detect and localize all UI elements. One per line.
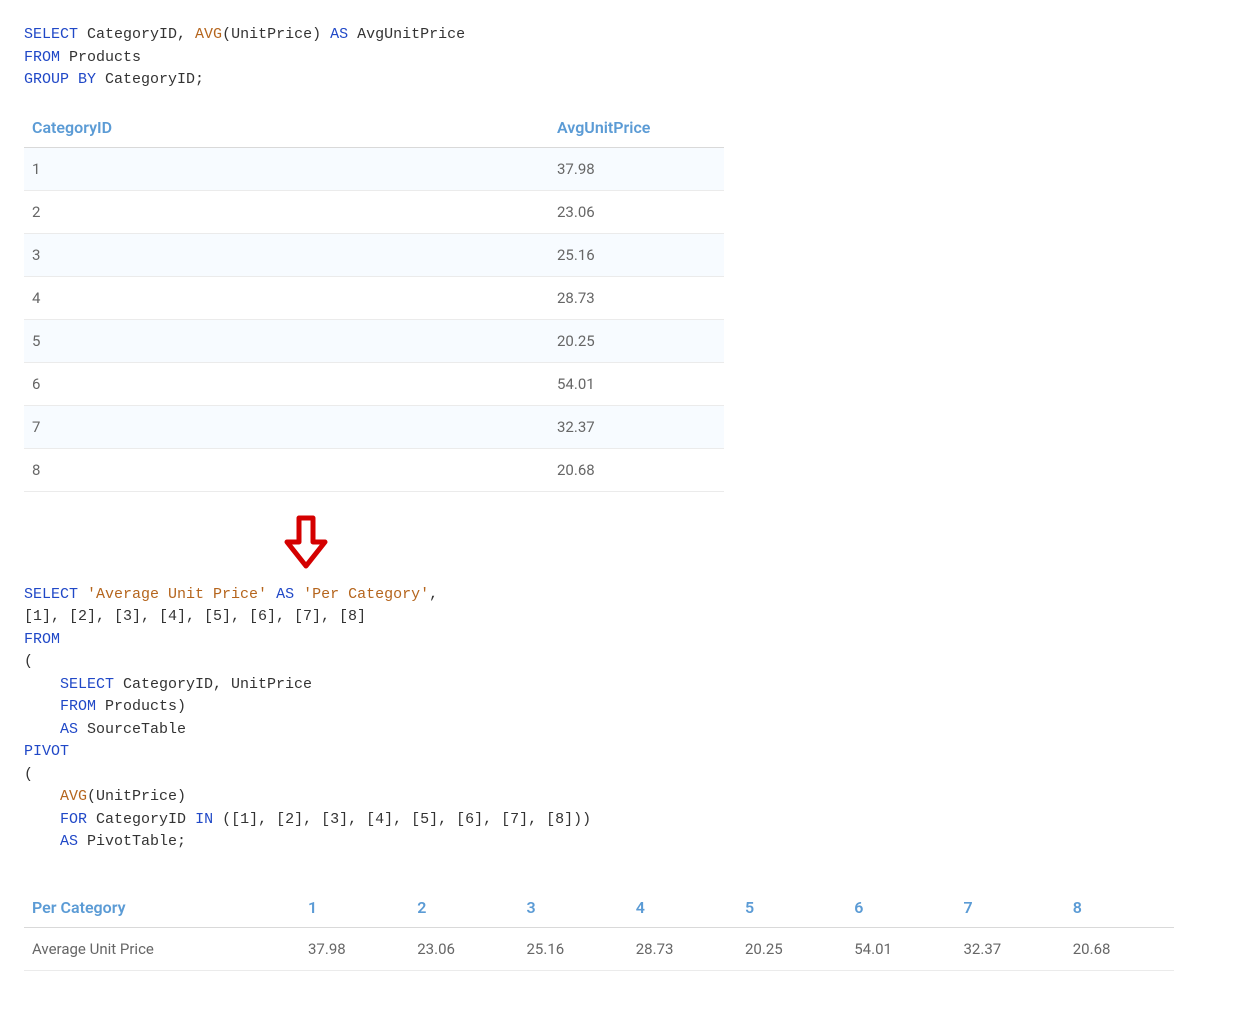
table-cell: 32.37 — [549, 405, 724, 448]
table-cell: 2 — [24, 190, 549, 233]
table-cell: 32.37 — [956, 927, 1065, 970]
col-header: 3 — [519, 888, 628, 928]
col-header: AvgUnitPrice — [549, 108, 724, 148]
table-cell: Average Unit Price — [24, 927, 300, 970]
table-cell: 20.25 — [737, 927, 846, 970]
table-row: 732.37 — [24, 405, 724, 448]
table-row: 520.25 — [24, 319, 724, 362]
down-arrow-icon — [281, 514, 331, 574]
table-row: 654.01 — [24, 362, 724, 405]
col-header: 6 — [846, 888, 955, 928]
table-cell: 8 — [24, 448, 549, 491]
table-cell: 20.68 — [1065, 927, 1174, 970]
sql-query-2: SELECT 'Average Unit Price' AS 'Per Cate… — [24, 584, 1228, 854]
table-cell: 37.98 — [300, 927, 409, 970]
col-header: Per Category — [24, 888, 300, 928]
result-table-1: CategoryID AvgUnitPrice 137.98223.06325.… — [24, 108, 724, 492]
table-cell: 20.25 — [549, 319, 724, 362]
table-cell: 37.98 — [549, 147, 724, 190]
table-cell: 6 — [24, 362, 549, 405]
table-row: 223.06 — [24, 190, 724, 233]
col-header: 2 — [409, 888, 518, 928]
table-cell: 28.73 — [628, 927, 737, 970]
table-cell: 54.01 — [549, 362, 724, 405]
table-row: Average Unit Price37.9823.0625.1628.7320… — [24, 927, 1174, 970]
col-header: CategoryID — [24, 108, 549, 148]
table-cell: 5 — [24, 319, 549, 362]
table-cell: 54.01 — [846, 927, 955, 970]
table-row: 428.73 — [24, 276, 724, 319]
table-cell: 4 — [24, 276, 549, 319]
col-header: 4 — [628, 888, 737, 928]
table-cell: 23.06 — [409, 927, 518, 970]
table-row: 820.68 — [24, 448, 724, 491]
table-cell: 20.68 — [549, 448, 724, 491]
result-table-2: Per Category12345678 Average Unit Price3… — [24, 888, 1174, 971]
col-header: 5 — [737, 888, 846, 928]
table-cell: 3 — [24, 233, 549, 276]
table-cell: 25.16 — [519, 927, 628, 970]
table-cell: 28.73 — [549, 276, 724, 319]
col-header: 1 — [300, 888, 409, 928]
sql-query-1: SELECT CategoryID, AVG(UnitPrice) AS Avg… — [24, 24, 1228, 92]
table-row: 325.16 — [24, 233, 724, 276]
table-row: 137.98 — [24, 147, 724, 190]
col-header: 8 — [1065, 888, 1174, 928]
table-cell: 25.16 — [549, 233, 724, 276]
table-cell: 1 — [24, 147, 549, 190]
table-cell: 23.06 — [549, 190, 724, 233]
col-header: 7 — [956, 888, 1065, 928]
table-cell: 7 — [24, 405, 549, 448]
